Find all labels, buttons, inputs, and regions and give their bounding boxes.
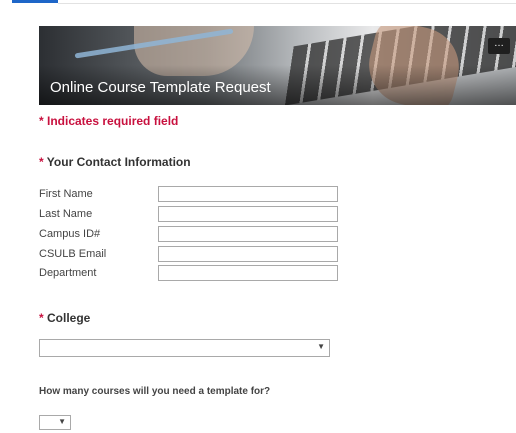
college-select[interactable]: ▼ [39,339,330,357]
required-asterisk: * [39,155,44,169]
campus-id-label: Campus ID# [39,228,101,240]
active-tab-indicator [12,0,58,3]
department-label: Department [39,267,97,279]
courses-count-select[interactable]: ▼ [39,415,71,430]
header-banner: Online Course Template Request … [39,26,516,105]
csulb-email-label: CSULB Email [39,248,107,260]
first-name-label: First Name [39,188,93,200]
first-name-input[interactable] [158,186,338,202]
contact-section-title: Your Contact Information [46,155,191,169]
tab-divider [58,3,516,4]
contact-section-heading: * Your Contact Information [39,155,191,169]
dropdown-arrow-icon: ▼ [317,342,325,351]
more-options-icon[interactable]: … [488,38,510,54]
dropdown-arrow-icon: ▼ [58,417,66,426]
csulb-email-input[interactable] [158,246,338,262]
college-section-heading: * College [39,311,90,325]
last-name-input[interactable] [158,206,338,222]
required-field-note: * Indicates required field [39,114,179,128]
required-asterisk: * [39,311,44,325]
courses-count-question: How many courses will you need a templat… [39,386,271,397]
last-name-label: Last Name [39,208,93,220]
college-section-title: College [47,311,91,325]
department-input[interactable] [158,265,338,281]
campus-id-input[interactable] [158,226,338,242]
form-title: Online Course Template Request [50,79,271,96]
